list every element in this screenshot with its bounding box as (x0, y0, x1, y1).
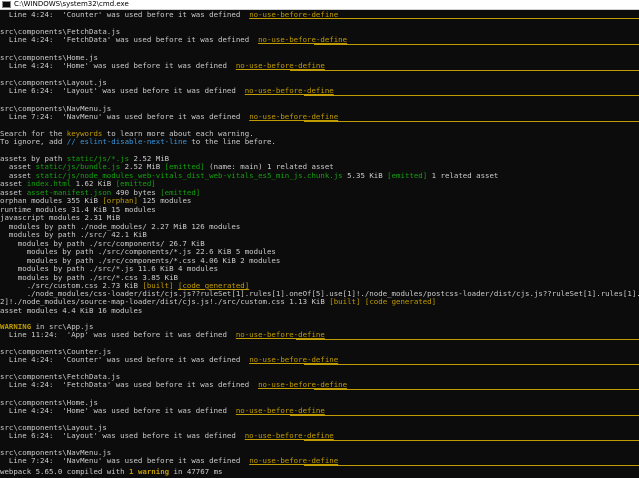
help-line: To ignore, add // eslint-disable-next-li… (0, 137, 276, 146)
lint-warning-line: Line 4:24: 'FetchData' was used before i… (0, 380, 348, 389)
module-line: modules by path ./src/ 42.1 KiB (0, 230, 147, 239)
asset-line: asset index.html 1.62 KiB [emitted] (0, 179, 156, 188)
lint-warning-line: Line 6:24: 'Layout' was used before it w… (0, 86, 334, 95)
lint-warning-line: Line 7:24: 'NavMenu' was used before it … (0, 112, 339, 121)
lint-warning-line: Line 4:24: 'Counter' was used before it … (0, 355, 339, 364)
lint-rule-underline (296, 339, 639, 340)
lint-rule-underline (314, 44, 639, 45)
module-line: modules by path ./src/*.js 11.6 KiB 4 mo… (0, 264, 219, 273)
lint-warning-line: Line 11:24: 'App' was used before it was… (0, 330, 325, 339)
window-titlebar[interactable]: C:\WINDOWS\system32\cmd.exe (0, 0, 639, 10)
cmd-icon (2, 1, 11, 8)
lint-warning-line: Line 4:24: 'Home' was used before it was… (0, 61, 325, 70)
lint-warning-line: Line 4:24: 'Home' was used before it was… (0, 406, 325, 415)
lint-rule-underline (290, 415, 639, 416)
lint-rule-underline (304, 121, 639, 122)
lint-warning-line: Line 4:24: 'Counter' was used before it … (0, 10, 339, 19)
lint-rule-underline (304, 364, 639, 365)
lint-rule-underline (290, 70, 639, 71)
window-title: C:\WINDOWS\system32\cmd.exe (14, 0, 129, 8)
compile-summary-line: webpack 5.65.0 compiled with 1 warning i… (0, 467, 223, 476)
lint-rule-underline (304, 465, 639, 466)
lint-warning-line: Line 4:24: 'FetchData' was used before i… (0, 35, 348, 44)
module-line: modules by path ./src/components/*.js 22… (0, 247, 276, 256)
module-line: 2]!./node_modules/source-map-loader/dist… (0, 297, 437, 306)
module-line: javascript modules 2.31 MiB (0, 213, 121, 222)
module-line: asset modules 4.4 KiB 16 modules (0, 306, 143, 315)
lint-rule-underline (304, 95, 639, 96)
lint-rule-underline (314, 389, 639, 390)
lint-rule-underline (304, 18, 639, 19)
lint-rule-underline (304, 440, 639, 441)
console-output[interactable]: Line 4:24: 'Counter' was used before it … (0, 10, 639, 478)
module-line: orphan modules 355 KiB [orphan] 125 modu… (0, 196, 192, 205)
asset-line: asset static/js/bundle.js 2.52 MiB [emit… (0, 162, 334, 171)
lint-warning-line: Line 7:24: 'NavMenu' was used before it … (0, 456, 339, 465)
lint-warning-line: Line 6:24: 'Layout' was used before it w… (0, 431, 334, 440)
